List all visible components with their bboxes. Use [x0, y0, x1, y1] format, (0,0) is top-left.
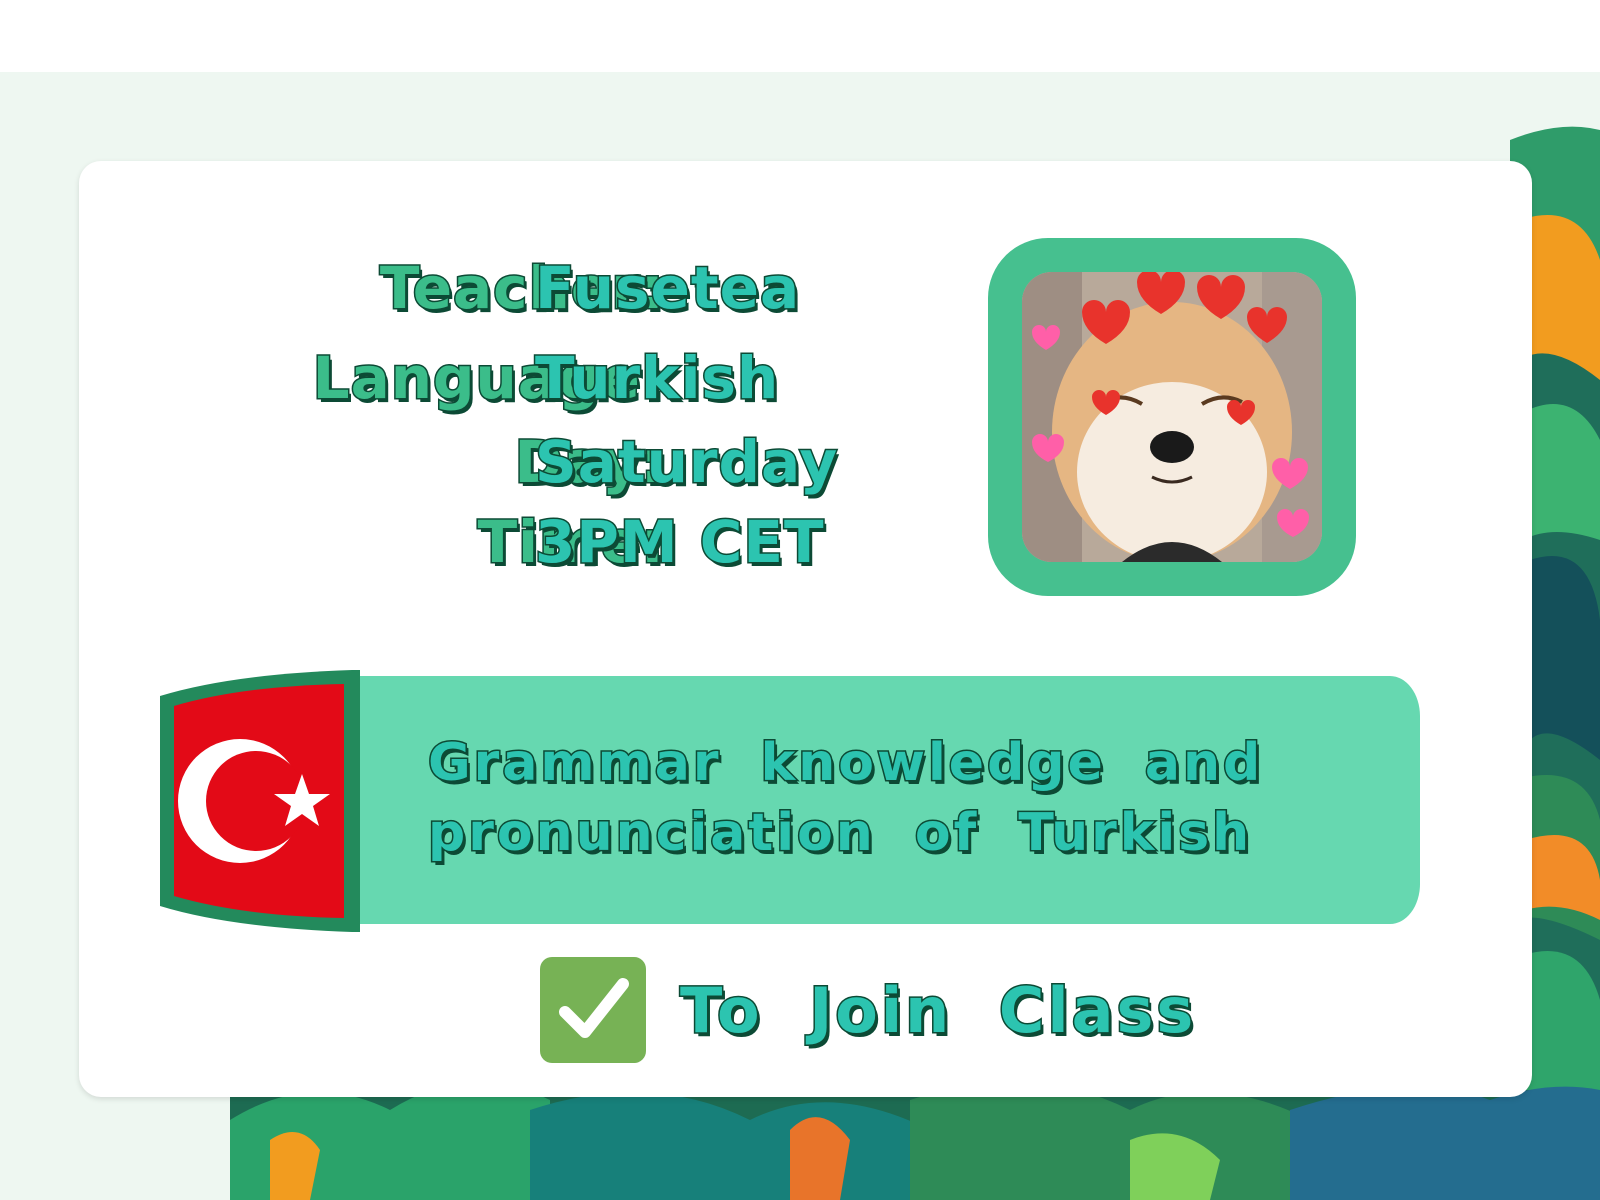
turkey-flag-icon [160, 670, 360, 932]
shiba-dog-image [1022, 272, 1322, 562]
turkish-flag [152, 666, 368, 936]
language-row: Language: Turkish [150, 338, 850, 418]
time-row: Time: 3PM CET [150, 502, 850, 582]
top-bar [0, 0, 1600, 72]
teacher-row: Teacher: Fusetea [150, 248, 850, 328]
time-value: 3PM CET [534, 507, 826, 578]
day-row: Day: Saturday [150, 422, 850, 502]
join-class-label[interactable]: To Join Class [678, 972, 1196, 1048]
description-line-1: Grammar knowledge and [427, 732, 1264, 795]
check-mark-icon[interactable] [540, 957, 646, 1063]
language-value: Turkish [533, 343, 780, 414]
description-line-2: pronunciation of Turkish [427, 802, 1253, 865]
day-value: Saturday [533, 427, 839, 498]
teacher-value: Fusetea [533, 253, 801, 324]
teacher-photo-frame [988, 238, 1356, 596]
class-description: Grammar knowledge and pronunciation of T… [427, 728, 1378, 868]
join-class-button[interactable]: To Join Class [540, 956, 1196, 1064]
teacher-photo [1022, 272, 1322, 562]
